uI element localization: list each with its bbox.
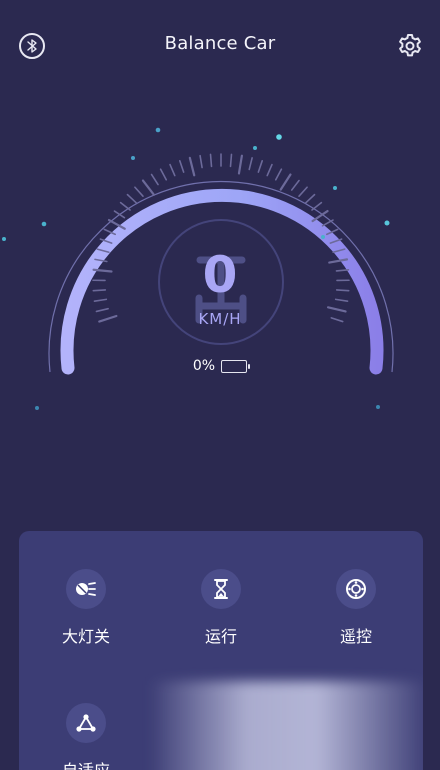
star — [155, 127, 161, 133]
remote-control[interactable]: 遥控 — [301, 569, 411, 647]
remote-control-icon — [336, 569, 376, 609]
gauge-tick — [178, 160, 185, 173]
gauge-tick — [266, 163, 273, 177]
speed-unit: KM/H — [198, 310, 242, 328]
gauge-tick — [188, 156, 196, 177]
battery-percent: 0% — [192, 358, 216, 374]
speed-gauge: 0 KM/H 0% — [0, 90, 440, 430]
gauge-tick — [311, 201, 323, 211]
gauge-tick — [290, 179, 300, 191]
star — [276, 134, 282, 140]
gauge-tick — [126, 193, 138, 204]
gauge-tick — [279, 173, 292, 191]
star — [131, 156, 135, 160]
gauge-tick — [229, 153, 233, 168]
remote-label: 遥控 — [339, 627, 372, 646]
gauge-tick — [248, 157, 253, 171]
gauge-tick — [321, 219, 334, 227]
gauge-tick — [237, 154, 243, 175]
battery-icon — [221, 359, 251, 373]
run-control[interactable]: 运行 — [166, 569, 276, 647]
gauge-tick — [119, 201, 131, 211]
gauge-tick — [274, 168, 283, 181]
star — [376, 405, 380, 409]
star — [384, 220, 390, 226]
gear-icon[interactable] — [396, 32, 424, 60]
gauge-tick — [141, 179, 156, 196]
speed-value: 0 — [202, 246, 238, 304]
star — [333, 186, 337, 190]
battery-status: 0% — [0, 358, 440, 374]
headlight-icon — [66, 569, 106, 609]
gauge-tick — [304, 193, 316, 204]
gauge-tick — [209, 153, 213, 168]
header: Balance Car — [0, 0, 440, 90]
gauge-tick — [199, 154, 203, 169]
star — [321, 235, 325, 239]
page-title: Balance Car — [164, 33, 276, 54]
star — [253, 146, 257, 150]
adaptive-icon — [66, 703, 106, 743]
control-panel: 大灯关 运行 遥控 — [19, 531, 423, 770]
gauge-tick — [159, 168, 168, 181]
adaptive-label: 自适应 — [31, 757, 141, 770]
adaptive-control[interactable]: 自适应 — [31, 703, 141, 770]
run-label: 运行 — [204, 627, 237, 646]
gauge-tick — [134, 186, 144, 197]
star — [2, 237, 6, 241]
headlight-control[interactable]: 大灯关 — [31, 569, 141, 647]
star — [35, 406, 39, 410]
gauge-tick — [257, 160, 264, 173]
gauge-tick — [150, 173, 159, 186]
headlight-label: 大灯关 — [61, 627, 110, 646]
hourglass-icon — [201, 569, 241, 609]
gauge-tick — [298, 186, 308, 197]
star — [41, 221, 47, 227]
panel-glow — [149, 681, 423, 770]
gauge-tick — [169, 163, 176, 177]
